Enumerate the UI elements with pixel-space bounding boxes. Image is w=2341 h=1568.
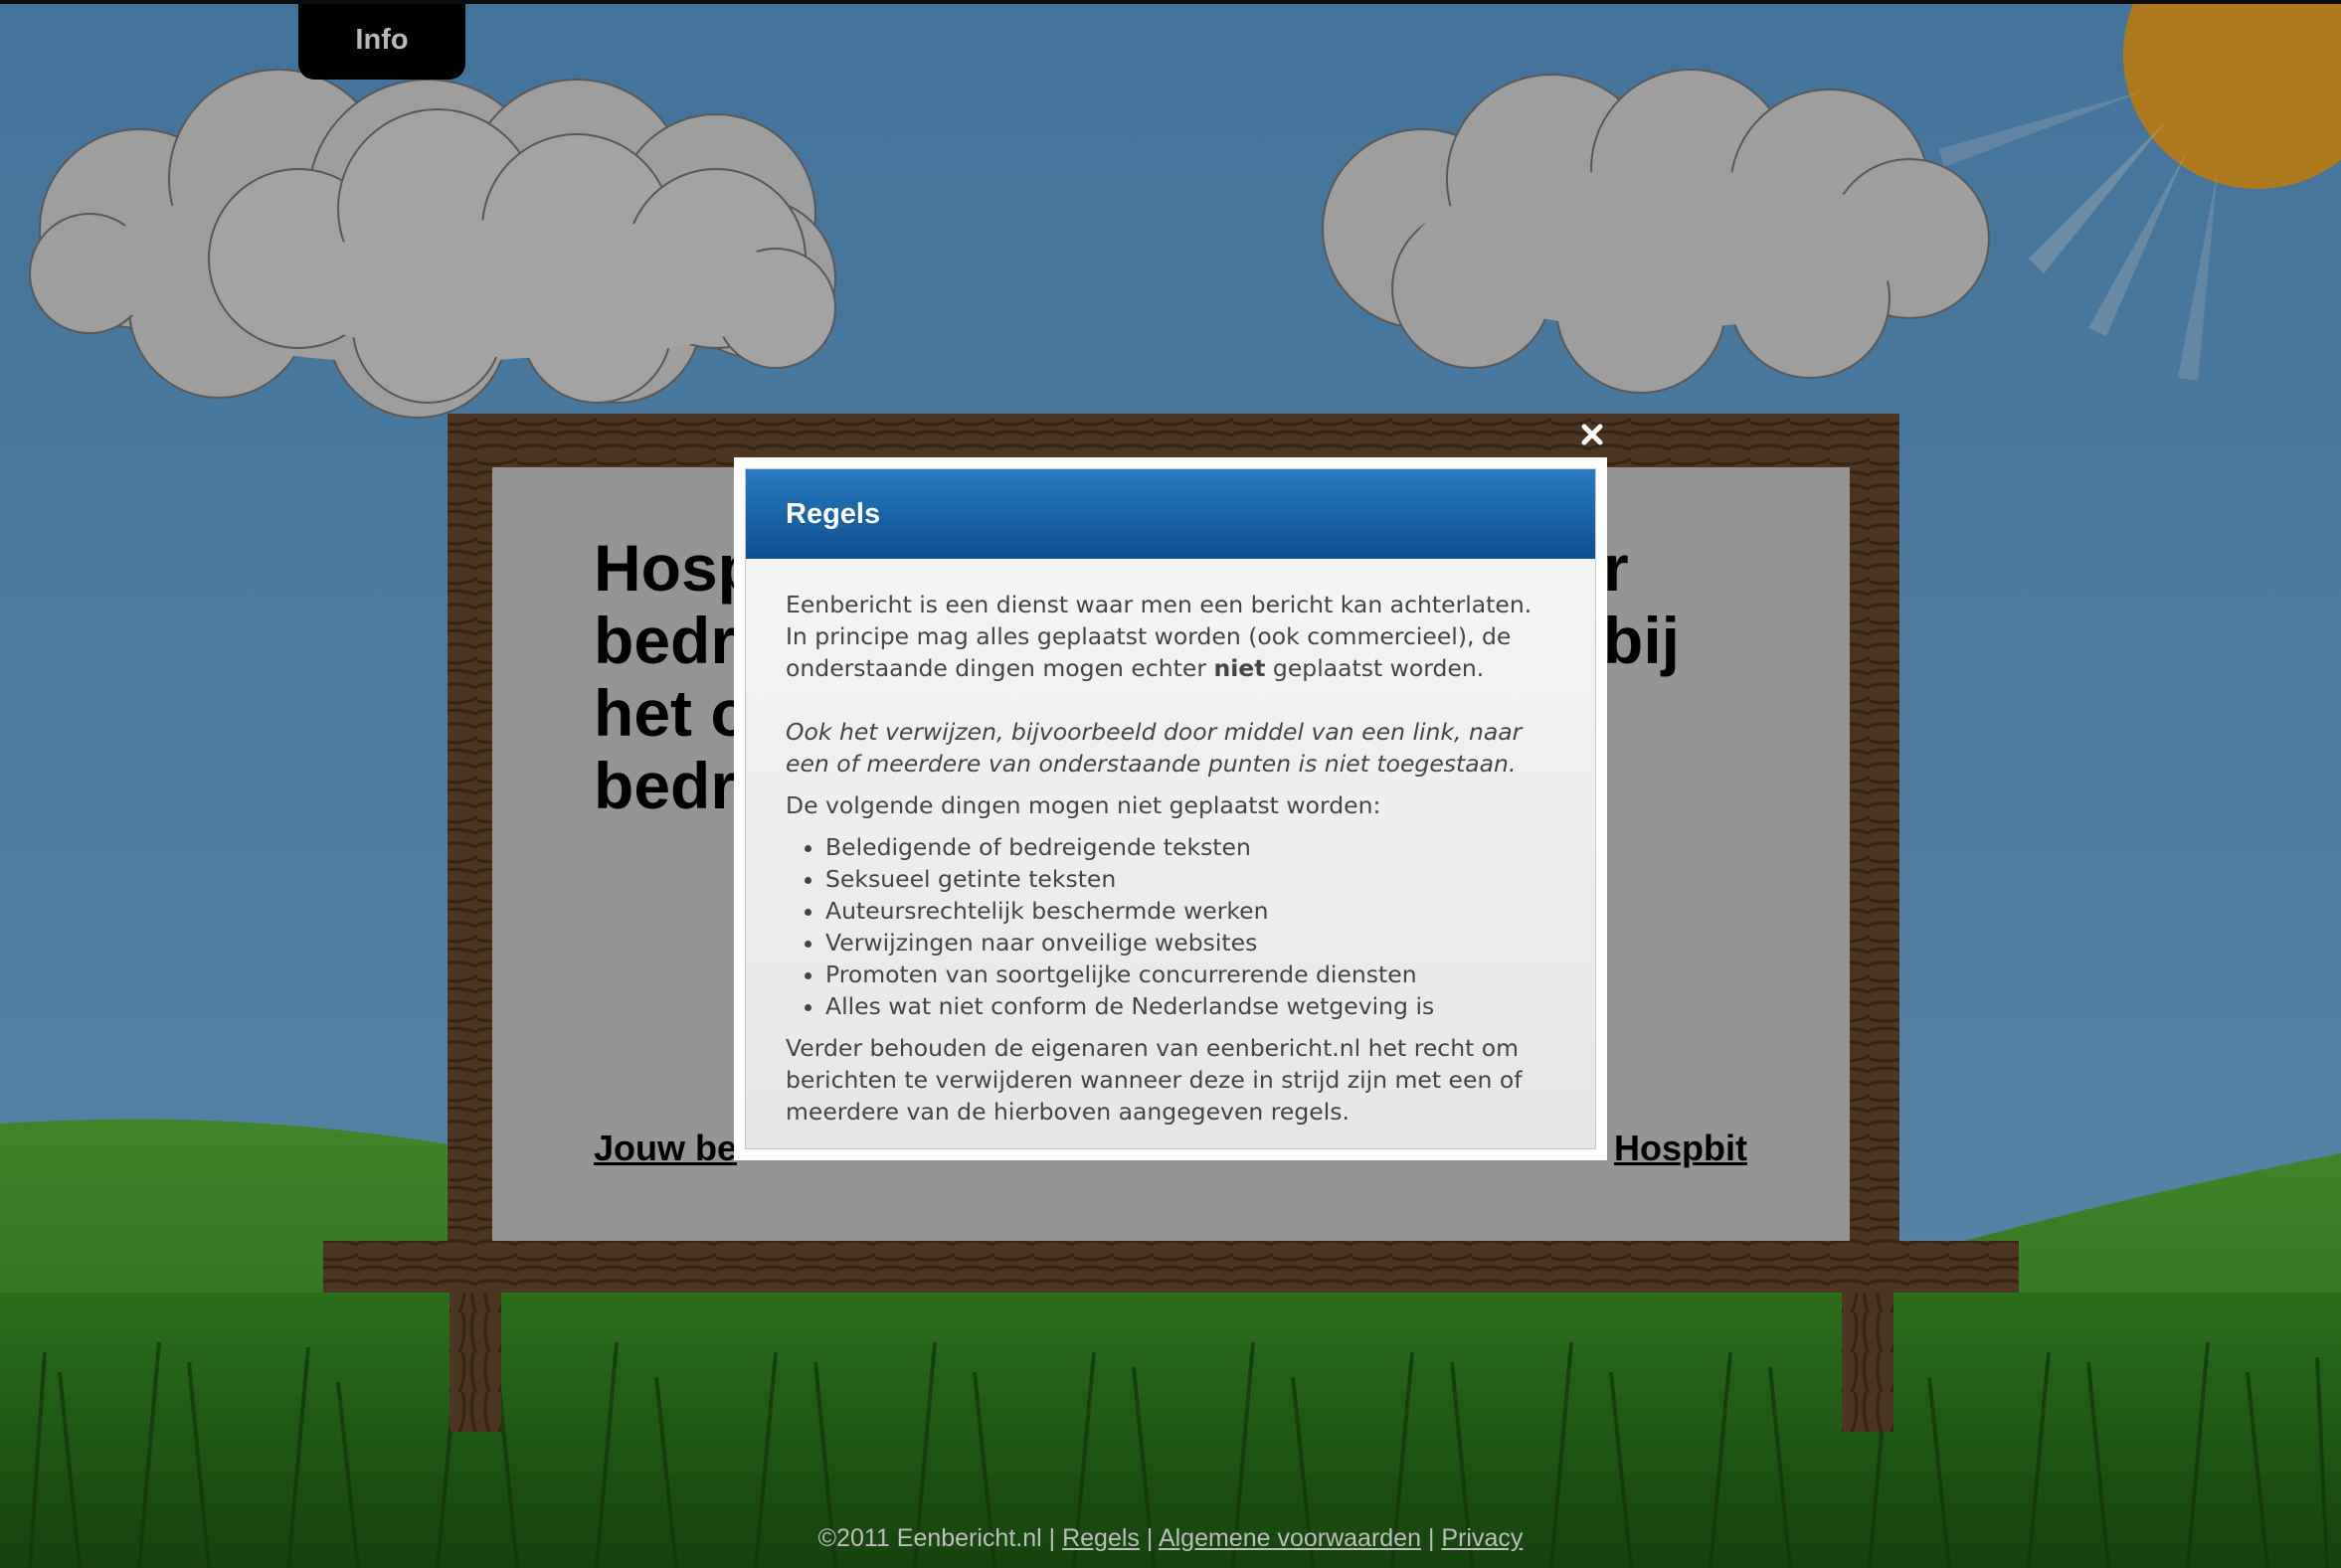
footer-separator: |	[1421, 1524, 1442, 1552]
footer-separator: |	[1041, 1524, 1063, 1552]
modal-body: Eenbericht is een dienst waar men een be…	[746, 559, 1595, 1128]
modal-closing-2: berichten te verwijderen wanneer deze in…	[786, 1066, 1523, 1094]
footer-copyright: ©2011 Eenbericht.nl	[817, 1524, 1042, 1552]
modal-content: Regels Eenbericht is een dienst waar men…	[745, 468, 1596, 1149]
rule-item: Alles wat niet conform de Nederlandse we…	[825, 990, 1555, 1022]
modal-intro-3: onderstaande dingen mogen echter niet ge…	[786, 652, 1555, 684]
modal-list-intro: De volgende dingen mogen niet geplaatst …	[786, 791, 1381, 819]
modal-note-2: een of meerdere van onderstaande punten …	[786, 750, 1517, 778]
modal-intro-emphasis: niet	[1213, 654, 1266, 682]
modal-header: Regels	[746, 469, 1595, 559]
modal-title: Regels	[786, 497, 881, 530]
modal-closing-1: Verder behouden de eigenaren van eenberi…	[786, 1034, 1520, 1062]
modal-intro-3c: geplaatst worden.	[1265, 654, 1485, 682]
modal-note-1: Ook het verwijzen, bijvoorbeeld door mid…	[786, 718, 1523, 746]
modal-closing-3: meerdere van de hierboven aangegeven reg…	[786, 1098, 1350, 1126]
footer-link-regels[interactable]: Regels	[1062, 1524, 1140, 1552]
modal-intro-3a: onderstaande dingen mogen echter	[786, 654, 1214, 682]
rules-list: Beledigende of bedreigende teksten Seksu…	[786, 831, 1555, 1022]
modal-intro-2: In principe mag alles geplaatst worden (…	[786, 622, 1512, 650]
rules-modal: Regels Eenbericht is een dienst waar men…	[734, 457, 1607, 1160]
rule-item: Verwijzingen naar onveilige websites	[825, 927, 1555, 958]
rule-item: Auteursrechtelijk beschermde werken	[825, 895, 1555, 927]
footer: ©2011 Eenbericht.nl | Regels | Algemene …	[0, 1524, 2341, 1553]
close-icon[interactable]	[1579, 422, 1605, 447]
rule-item: Promoten van soortgelijke concurrerende …	[825, 958, 1555, 990]
rule-item: Beledigende of bedreigende teksten	[825, 831, 1555, 863]
rule-item: Seksueel getinte teksten	[825, 863, 1555, 895]
footer-separator: |	[1139, 1524, 1159, 1552]
footer-link-privacy[interactable]: Privacy	[1441, 1524, 1523, 1552]
modal-intro-1: Eenbericht is een dienst waar men een be…	[786, 591, 1532, 618]
footer-link-voorwaarden[interactable]: Algemene voorwaarden	[1159, 1524, 1421, 1552]
